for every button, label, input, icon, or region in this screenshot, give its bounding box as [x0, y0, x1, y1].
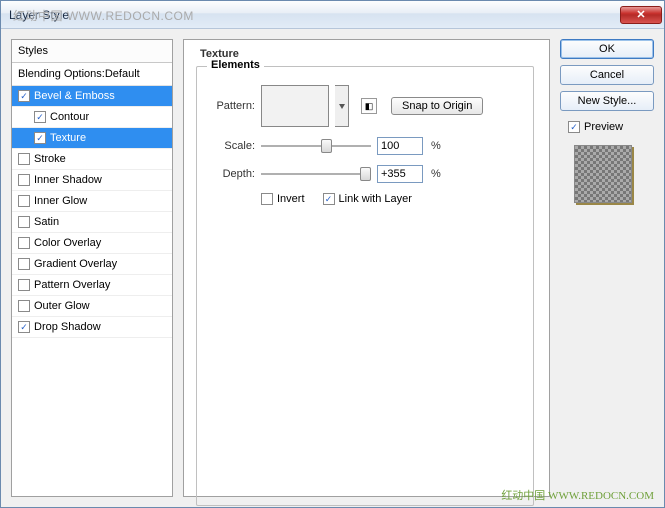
- style-label: Contour: [50, 111, 89, 123]
- checkbox-icon: [18, 300, 30, 312]
- checkbox-icon: ✓: [568, 121, 580, 133]
- new-preset-icon[interactable]: ◧: [361, 98, 377, 114]
- styles-header[interactable]: Styles: [12, 40, 172, 63]
- pattern-row: Pattern: ◧ Snap to Origin: [209, 85, 521, 127]
- style-row[interactable]: Inner Shadow: [12, 170, 172, 191]
- pattern-label: Pattern:: [209, 100, 255, 112]
- style-row[interactable]: ✓ Contour: [12, 107, 172, 128]
- checkbox-icon: [18, 237, 30, 249]
- depth-label: Depth:: [209, 168, 255, 180]
- layer-style-dialog: Layer Style 红动中国 WWW.REDOCN.COM ✕ Styles…: [0, 0, 665, 508]
- invert-label: Invert: [277, 193, 305, 205]
- scale-label: Scale:: [209, 140, 255, 152]
- close-icon: ✕: [636, 8, 645, 21]
- checkbox-icon: [261, 193, 273, 205]
- preview-swatch: [574, 145, 632, 203]
- link-with-layer-checkbox[interactable]: ✓ Link with Layer: [323, 193, 412, 205]
- style-label: Gradient Overlay: [34, 258, 117, 270]
- style-row[interactable]: Stroke: [12, 149, 172, 170]
- style-row[interactable]: Inner Glow: [12, 191, 172, 212]
- pattern-dropdown[interactable]: [335, 85, 349, 127]
- checkbox-icon: [18, 258, 30, 270]
- style-row[interactable]: Color Overlay: [12, 233, 172, 254]
- checkbox-icon: [18, 153, 30, 165]
- percent-label: %: [431, 168, 441, 180]
- new-style-button[interactable]: New Style...: [560, 91, 654, 111]
- depth-slider[interactable]: [261, 166, 371, 182]
- ok-button[interactable]: OK: [560, 39, 654, 59]
- elements-fieldset: Elements Pattern: ◧ Snap to Origin Scale…: [196, 66, 534, 506]
- style-label: Inner Glow: [34, 195, 87, 207]
- depth-row: Depth: %: [209, 165, 521, 183]
- window-title: Layer Style: [9, 8, 69, 22]
- right-buttons: OK Cancel New Style... ✓ Preview: [560, 39, 654, 497]
- percent-label: %: [431, 140, 441, 152]
- blending-options-row[interactable]: Blending Options:Default: [12, 63, 172, 86]
- preview-label: Preview: [584, 121, 623, 133]
- fieldset-legend: Elements: [207, 59, 264, 71]
- cancel-button[interactable]: Cancel: [560, 65, 654, 85]
- pattern-swatch[interactable]: [261, 85, 329, 127]
- style-label: Stroke: [34, 153, 66, 165]
- chevron-down-icon: [339, 104, 345, 109]
- style-row[interactable]: Gradient Overlay: [12, 254, 172, 275]
- style-label: Satin: [34, 216, 59, 228]
- scale-row: Scale: %: [209, 137, 521, 155]
- dialog-body: Styles Blending Options:Default ✓ Bevel &…: [1, 29, 664, 507]
- style-row[interactable]: ✓ Bevel & Emboss: [12, 86, 172, 107]
- preview-checkbox[interactable]: ✓ Preview: [568, 121, 654, 133]
- checkbox-icon: ✓: [18, 321, 30, 333]
- checkbox-icon: ✓: [34, 132, 46, 144]
- scale-slider[interactable]: [261, 138, 371, 154]
- scale-input[interactable]: [377, 137, 423, 155]
- close-button[interactable]: ✕: [620, 6, 662, 24]
- style-row[interactable]: Satin: [12, 212, 172, 233]
- style-row[interactable]: Pattern Overlay: [12, 275, 172, 296]
- style-label: Drop Shadow: [34, 321, 101, 333]
- style-label: Outer Glow: [34, 300, 90, 312]
- depth-input[interactable]: [377, 165, 423, 183]
- styles-panel: Styles Blending Options:Default ✓ Bevel &…: [11, 39, 173, 497]
- checkbox-icon: [18, 195, 30, 207]
- style-row[interactable]: ✓ Drop Shadow: [12, 317, 172, 338]
- snap-to-origin-button[interactable]: Snap to Origin: [391, 97, 483, 115]
- link-label: Link with Layer: [339, 193, 412, 205]
- checkbox-icon: ✓: [323, 193, 335, 205]
- checkbox-icon: [18, 216, 30, 228]
- style-label: Pattern Overlay: [34, 279, 110, 291]
- titlebar[interactable]: Layer Style 红动中国 WWW.REDOCN.COM ✕: [1, 1, 664, 29]
- checkbox-icon: ✓: [34, 111, 46, 123]
- checkbox-icon: [18, 174, 30, 186]
- style-label: Texture: [50, 132, 86, 144]
- options-row: Invert ✓ Link with Layer: [261, 193, 521, 205]
- checkbox-icon: ✓: [18, 90, 30, 102]
- invert-checkbox[interactable]: Invert: [261, 193, 305, 205]
- style-label: Color Overlay: [34, 237, 101, 249]
- checkbox-icon: [18, 279, 30, 291]
- settings-panel: Texture Elements Pattern: ◧ Snap to Orig…: [183, 39, 550, 497]
- style-label: Bevel & Emboss: [34, 90, 115, 102]
- style-label: Inner Shadow: [34, 174, 102, 186]
- style-row[interactable]: ✓ Texture: [12, 128, 172, 149]
- style-row[interactable]: Outer Glow: [12, 296, 172, 317]
